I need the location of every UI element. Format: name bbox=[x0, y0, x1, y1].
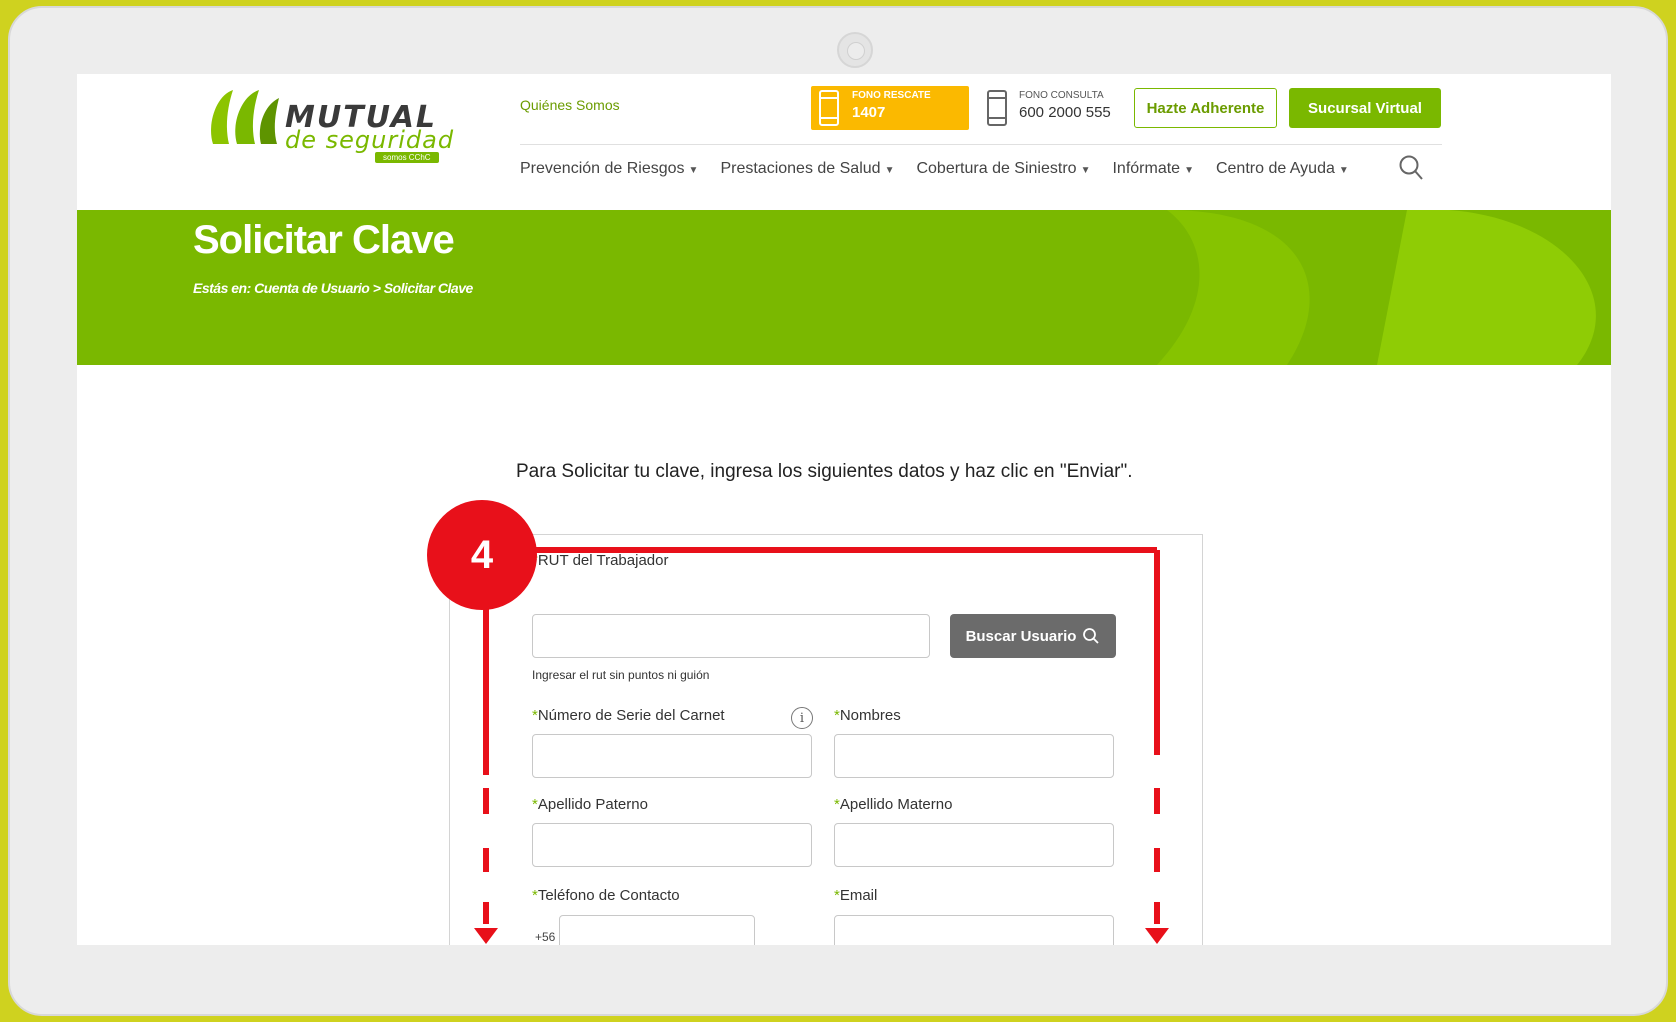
hazte-adherente-button[interactable]: Hazte Adherente bbox=[1134, 88, 1277, 128]
serie-label: *Número de Serie del Carnet bbox=[532, 707, 725, 724]
fono-rescate-badge[interactable]: FONO RESCATE 1407 bbox=[811, 86, 969, 130]
nombres-label: *Nombres bbox=[834, 707, 901, 724]
telefono-input[interactable] bbox=[559, 915, 755, 945]
chevron-down-icon: ▼ bbox=[1184, 165, 1194, 176]
fono-consulta-number: 600 2000 555 bbox=[1019, 104, 1111, 121]
info-icon[interactable]: i bbox=[791, 707, 813, 729]
step-number-badge: 4 bbox=[427, 500, 537, 610]
nav-divider bbox=[520, 144, 1442, 145]
materno-label-text: Apellido Materno bbox=[839, 796, 953, 813]
fono-rescate-label: FONO RESCATE bbox=[852, 90, 931, 101]
chevron-down-icon: ▼ bbox=[1338, 165, 1349, 176]
sucursal-virtual-button[interactable]: Sucursal Virtual bbox=[1289, 88, 1441, 128]
rut-help-text: Ingresar el rut sin puntos ni guión bbox=[532, 668, 710, 682]
phone-icon bbox=[987, 90, 1007, 126]
nav-item-label: Infórmate bbox=[1112, 160, 1181, 177]
search-icon bbox=[1083, 628, 1100, 644]
telefono-prefix: +56 bbox=[535, 930, 556, 944]
telefono-label-text: Teléfono de Contacto bbox=[537, 887, 680, 904]
telefono-label: *Teléfono de Contacto bbox=[532, 887, 680, 904]
main-nav: Prevención de Riesgos ▼ Prestaciones de S… bbox=[520, 153, 1371, 185]
email-input[interactable] bbox=[834, 915, 1114, 945]
browser-viewport: MUTUAL de seguridad somos CChC Quiénes S… bbox=[77, 74, 1611, 945]
quienes-somos-link[interactable]: Quiénes Somos bbox=[520, 97, 620, 113]
nav-item-label: Prevención de Riesgos bbox=[520, 160, 685, 177]
nav-item-centro-ayuda[interactable]: Centro de Ayuda ▼ bbox=[1216, 160, 1349, 178]
nav-item-label: Centro de Ayuda bbox=[1215, 160, 1335, 177]
nav-item-prestaciones[interactable]: Prestaciones de Salud ▼ bbox=[720, 160, 894, 178]
email-label: *Email bbox=[834, 887, 877, 904]
form-intro: Para Solicitar tu clave, ingresa los sig… bbox=[516, 461, 1133, 482]
nav-item-prevencion[interactable]: Prevención de Riesgos ▼ bbox=[520, 160, 698, 178]
materno-label: *Apellido Materno bbox=[834, 796, 952, 813]
phone-icon bbox=[819, 90, 839, 126]
paterno-label: *Apellido Paterno bbox=[532, 796, 648, 813]
rut-label-text: RUT del Trabajador bbox=[537, 552, 669, 569]
nombres-label-text: Nombres bbox=[839, 707, 901, 724]
logo-mark-icon bbox=[211, 90, 279, 144]
buscar-usuario-label: Buscar Usuario bbox=[965, 627, 1077, 645]
rut-input[interactable] bbox=[532, 614, 930, 658]
nombres-input[interactable] bbox=[834, 734, 1114, 778]
fono-rescate-number: 1407 bbox=[852, 104, 886, 121]
serie-input[interactable] bbox=[532, 734, 812, 778]
email-label-text: Email bbox=[839, 887, 878, 904]
serie-label-text: Número de Serie del Carnet bbox=[537, 707, 725, 724]
apellido-materno-input[interactable] bbox=[834, 823, 1114, 867]
chevron-down-icon: ▼ bbox=[884, 165, 895, 176]
logo-line2: de seguridad bbox=[285, 126, 455, 154]
search-icon[interactable] bbox=[1398, 154, 1424, 182]
nav-item-cobertura[interactable]: Cobertura de Siniestro ▼ bbox=[916, 160, 1090, 178]
nav-item-label: Prestaciones de Salud bbox=[720, 160, 881, 177]
breadcrumb: Estás en: Cuenta de Usuario > Solicitar … bbox=[193, 280, 473, 296]
fono-consulta-badge[interactable]: FONO CONSULTA 600 2000 555 bbox=[985, 86, 1125, 130]
nav-item-label: Cobertura de Siniestro bbox=[916, 160, 1077, 177]
chevron-down-icon: ▼ bbox=[688, 165, 699, 176]
logo-tag: somos CChC bbox=[375, 152, 439, 163]
apellido-paterno-input[interactable] bbox=[532, 823, 812, 867]
paterno-label-text: Apellido Paterno bbox=[537, 796, 648, 813]
camera-icon bbox=[837, 32, 873, 68]
chevron-down-icon: ▼ bbox=[1080, 165, 1091, 176]
fono-consulta-label: FONO CONSULTA bbox=[1019, 90, 1104, 101]
nav-item-informate[interactable]: Infórmate ▼ bbox=[1112, 160, 1194, 178]
buscar-usuario-button[interactable]: Buscar Usuario bbox=[950, 614, 1116, 658]
rut-label: *RUT del Trabajador bbox=[532, 552, 668, 569]
page-title: Solicitar Clave bbox=[193, 218, 455, 262]
mutual-logo[interactable]: MUTUAL de seguridad somos CChC bbox=[207, 82, 477, 163]
page-banner: Solicitar Clave Estás en: Cuenta de Usua… bbox=[77, 210, 1611, 365]
